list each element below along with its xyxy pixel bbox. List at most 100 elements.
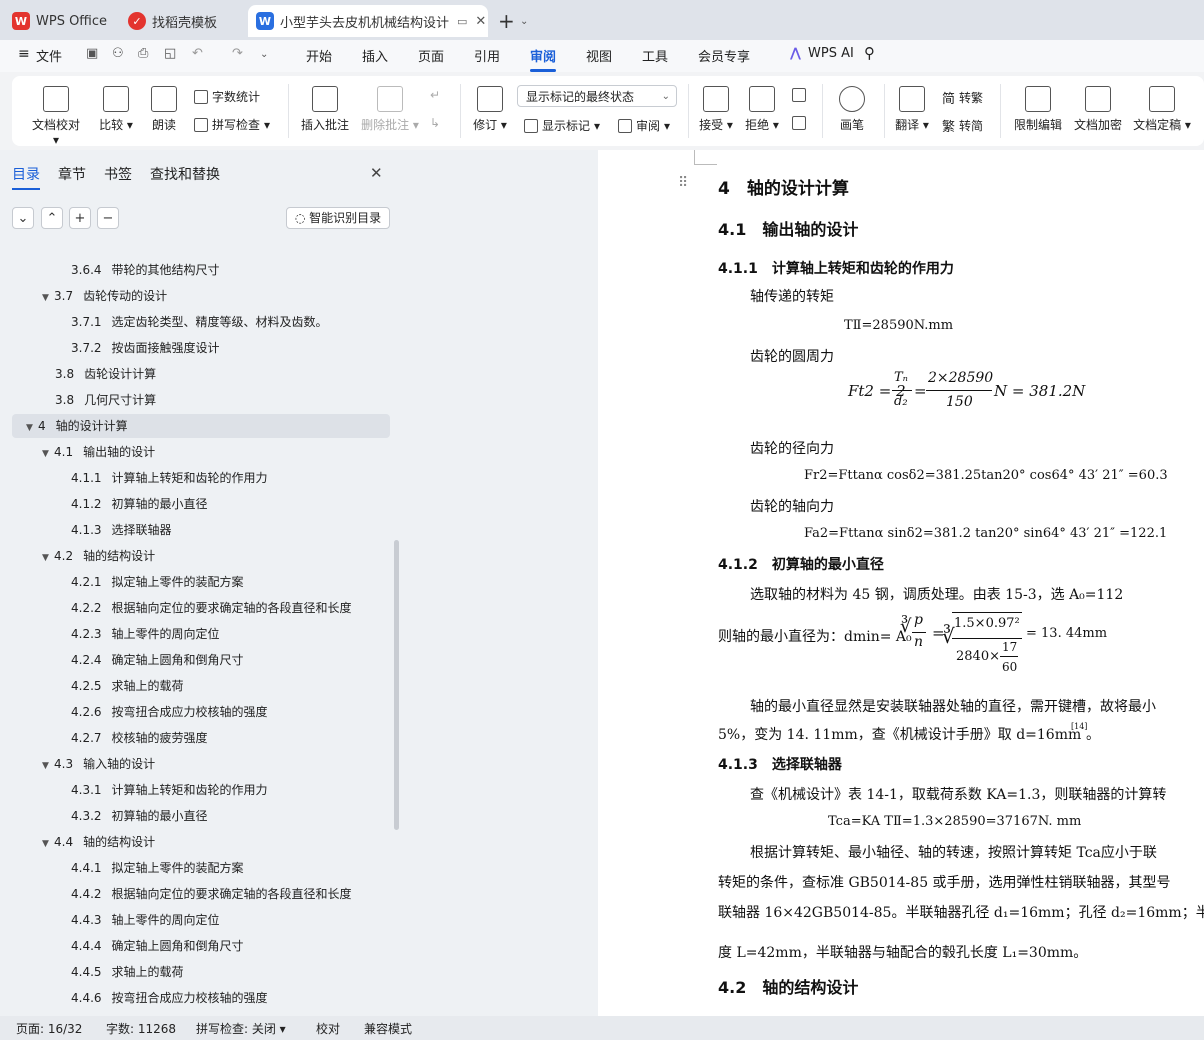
menu-insert[interactable]: 插入 <box>362 46 388 65</box>
markup-state-select[interactable]: 显示标记的最终状态 ⌄ <box>517 85 677 107</box>
file-menu[interactable]: 文件 <box>36 46 62 65</box>
compare-button[interactable]: 比较 ▾ <box>96 86 136 133</box>
search-icon[interactable]: ⚲ <box>864 44 875 62</box>
tab-wps-office[interactable]: W WPS Office <box>12 5 107 37</box>
reject-button[interactable]: 拒绝 ▾ <box>744 86 780 133</box>
to-simplified-button[interactable]: 繁转简 <box>942 116 983 135</box>
read-aloud-button[interactable]: 朗读 <box>146 86 182 133</box>
translate-button[interactable]: 翻译 ▾ <box>892 86 932 133</box>
screen-icon[interactable]: ▭ <box>457 15 467 28</box>
review-pane-button[interactable]: 审阅 ▾ <box>618 117 670 134</box>
toc-item[interactable]: 4.2.4 确定轴上圆角和倒角尺寸 <box>12 648 390 672</box>
expand-up-button[interactable]: ⌃ <box>41 207 63 229</box>
undo-icon[interactable]: ↶ <box>192 46 203 61</box>
toc-item[interactable]: 4.2.6 按弯扭合成应力校核轴的强度 <box>12 700 390 724</box>
document-page[interactable]: ⠿ 4 轴的设计计算 4.1 输出轴的设计 4.1.1 计算轴上转矩和齿轮的作用… <box>598 150 1204 1016</box>
save-icon[interactable]: ▣ <box>86 46 98 61</box>
toc-item[interactable]: 4.3.2 初算轴的最小直径 <box>12 804 390 828</box>
next-change-icon[interactable] <box>792 116 806 130</box>
toc-item[interactable]: ▼ 4.4 轴的结构设计 <box>12 830 390 854</box>
prev-change-icon[interactable] <box>792 88 806 102</box>
toc-item[interactable]: 3.6.4 带轮的其他结构尺寸 <box>12 258 390 282</box>
toc-item[interactable]: 4.2.7 校核轴的疲劳强度 <box>12 726 390 750</box>
print-preview-icon[interactable]: ◱ <box>164 46 176 61</box>
toc-item[interactable]: 4.2.2 根据轴向定位的要求确定轴的各段直径和长度 <box>12 596 390 620</box>
doc-check-button[interactable]: 文档校对 ▾ <box>28 86 84 147</box>
menu-member[interactable]: 会员专享 <box>698 46 750 65</box>
toc-item[interactable]: 3.8 齿轮设计计算 <box>12 362 390 386</box>
toc-item[interactable]: 3.8 几何尺寸计算 <box>12 388 390 412</box>
toc-item[interactable]: 4.3.1 计算轴上转矩和齿轮的作用力 <box>12 778 390 802</box>
toc-item[interactable]: 4.4.2 根据轴向定位的要求确定轴的各段直径和长度 <box>12 882 390 906</box>
expand-triangle-icon[interactable]: ▼ <box>42 546 54 570</box>
close-pane-icon[interactable]: ✕ <box>370 164 383 182</box>
toc-item[interactable]: ▼ 4.3 输入轴的设计 <box>12 752 390 776</box>
expand-triangle-icon[interactable]: ▼ <box>42 754 54 778</box>
collapse-all-button[interactable]: ⌄ <box>12 207 34 229</box>
expand-triangle-icon[interactable]: ▼ <box>42 286 54 310</box>
menu-review[interactable]: 审阅 <box>530 46 557 72</box>
reference-mark[interactable]: [14] <box>1071 722 1087 731</box>
next-comment-icon[interactable]: ↳ <box>430 116 440 130</box>
print-icon[interactable]: ⎙ <box>138 46 148 61</box>
remove-heading-button[interactable]: − <box>97 207 119 229</box>
insert-comment-button[interactable]: 插入批注 <box>300 86 350 133</box>
toc-item[interactable]: 4.4.1 拟定轴上零件的装配方案 <box>12 856 390 880</box>
delete-comment-button[interactable]: 删除批注 ▾ <box>360 86 420 133</box>
tab-document[interactable]: W 小型芋头去皮机机械结构设计 ▭ ✕ <box>248 5 488 37</box>
toc-item[interactable]: ▼ 4.1 输出轴的设计 <box>12 440 390 464</box>
toc-item[interactable]: 3.7.2 按齿面接触强度设计 <box>12 336 390 360</box>
menu-tools[interactable]: 工具 <box>642 46 668 65</box>
more-chevron-icon[interactable]: ⌄ <box>260 49 268 60</box>
redo-icon[interactable]: ↷ <box>232 46 243 61</box>
toc-scrollbar[interactable] <box>394 540 399 830</box>
encrypt-button[interactable]: 文档加密 <box>1072 86 1124 133</box>
expand-triangle-icon[interactable]: ▼ <box>42 832 54 856</box>
share-icon[interactable]: ⚇ <box>112 46 124 61</box>
add-heading-button[interactable]: + <box>69 207 91 229</box>
expand-triangle-icon[interactable]: ▼ <box>42 442 54 466</box>
toc-item[interactable]: 4.1.2 初算轴的最小直径 <box>12 492 390 516</box>
tab-template[interactable]: ✓ 找稻壳模板 <box>128 5 217 37</box>
toc-item[interactable]: ▼ 4 轴的设计计算 <box>12 414 390 438</box>
proofread-status[interactable]: 校对 <box>316 1020 340 1037</box>
revise-button[interactable]: 修订 ▾ <box>470 86 510 133</box>
toc-item[interactable]: 4.1.1 计算轴上转矩和齿轮的作用力 <box>12 466 390 490</box>
page-indicator[interactable]: 页面: 16/32 <box>16 1020 82 1037</box>
word-count-button[interactable]: 字数统计 <box>194 88 260 105</box>
finalize-button[interactable]: 文档定稿 ▾ <box>1132 86 1192 133</box>
toc-item[interactable]: 4.2.1 拟定轴上零件的装配方案 <box>12 570 390 594</box>
toc-item[interactable]: 4.4.6 按弯扭合成应力校核轴的强度 <box>12 986 390 1010</box>
tab-find-replace[interactable]: 查找和替换 <box>150 164 220 184</box>
toc-item[interactable]: 4.4.4 确定轴上圆角和倒角尺寸 <box>12 934 390 958</box>
prev-comment-icon[interactable]: ↵ <box>430 88 440 102</box>
toc-item[interactable]: ▼ 4.2 轴的结构设计 <box>12 544 390 568</box>
menu-reference[interactable]: 引用 <box>474 46 500 65</box>
accept-button[interactable]: 接受 ▾ <box>698 86 734 133</box>
toc-item[interactable]: ▼ 3.7 齿轮传动的设计 <box>12 284 390 308</box>
tab-list-chevron-icon[interactable]: ⌄ <box>520 5 528 37</box>
menu-page[interactable]: 页面 <box>418 46 444 65</box>
show-markup-button[interactable]: 显示标记 ▾ <box>524 117 600 134</box>
restrict-edit-button[interactable]: 限制编辑 <box>1012 86 1064 133</box>
toc-item[interactable]: 4.1.3 选择联轴器 <box>12 518 390 542</box>
expand-triangle-icon[interactable]: ▼ <box>26 416 38 440</box>
toc-item[interactable]: 4.4.5 求轴上的载荷 <box>12 960 390 984</box>
toc-item[interactable]: 4.2.3 轴上零件的周向定位 <box>12 622 390 646</box>
new-tab-plus-icon[interactable]: + <box>498 5 515 37</box>
menu-view[interactable]: 视图 <box>586 46 612 65</box>
spell-check-button[interactable]: 拼写检查 ▾ <box>194 116 270 133</box>
tab-toc[interactable]: 目录 <box>12 164 40 190</box>
spell-check-status[interactable]: 拼写检查: 关闭 ▾ <box>196 1020 286 1037</box>
to-traditional-button[interactable]: 简转繁 <box>942 88 983 107</box>
toc-item[interactable]: 3.7.1 选定齿轮类型、精度等级、材料及齿数。 <box>12 310 390 334</box>
pen-button[interactable]: 画笔 <box>834 86 870 133</box>
word-count-indicator[interactable]: 字数: 11268 <box>106 1020 176 1037</box>
toc-item[interactable]: 4.4.3 轴上零件的周向定位 <box>12 908 390 932</box>
toc-item[interactable]: 4.2.5 求轴上的载荷 <box>12 674 390 698</box>
smart-toc-button[interactable]: ◌ 智能识别目录 <box>286 207 390 229</box>
tab-chapter[interactable]: 章节 <box>58 164 86 184</box>
drag-handle-icon[interactable]: ⠿ <box>678 175 688 191</box>
hamburger-icon[interactable]: ≡ <box>18 46 30 62</box>
close-tab-icon[interactable]: ✕ <box>475 14 486 29</box>
